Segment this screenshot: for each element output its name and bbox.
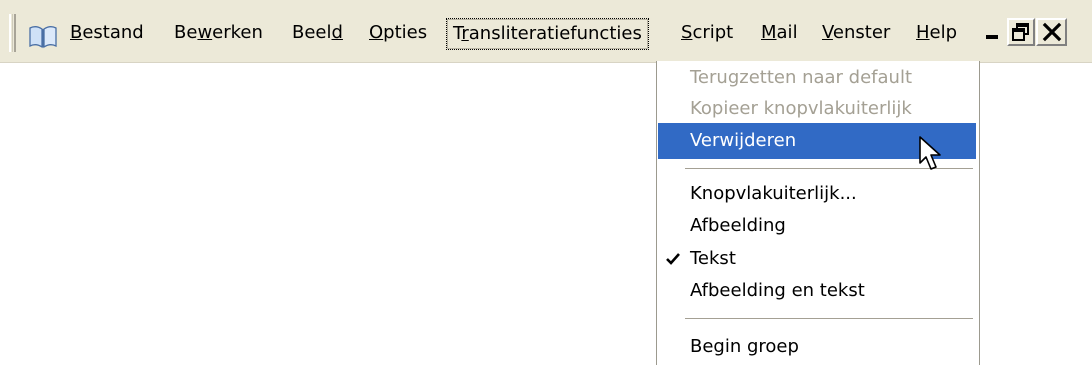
menu-mail[interactable]: Mail: [761, 19, 798, 47]
toolbar-grip-handle[interactable]: [9, 14, 16, 52]
close-icon: [1042, 22, 1061, 42]
menu-transliteratiefuncties[interactable]: Transliteratiefuncties: [446, 18, 649, 50]
minimize-button[interactable]: [979, 18, 1007, 46]
menu-venster[interactable]: Venster: [822, 19, 890, 47]
checkmark-icon: [666, 253, 680, 265]
menu-beeld[interactable]: Beeld: [292, 19, 343, 47]
menu-item-tekst[interactable]: Tekst: [657, 241, 977, 277]
restore-icon: [1012, 23, 1029, 41]
menu-bar: Bestand Bewerken Beeld Opties Transliter…: [0, 0, 1092, 63]
close-button[interactable]: [1036, 18, 1067, 46]
mouse-pointer-icon: [919, 136, 941, 170]
book-icon[interactable]: [28, 23, 58, 49]
menu-bewerken[interactable]: Bewerken: [174, 19, 263, 47]
restore-button[interactable]: [1007, 18, 1035, 46]
menu-item-begin-groep[interactable]: Begin groep: [657, 329, 977, 365]
menu-item-afbeelding[interactable]: Afbeelding: [657, 208, 977, 244]
menu-opties[interactable]: Opties: [369, 19, 427, 47]
menu-script[interactable]: Script: [681, 19, 733, 47]
menu-help[interactable]: Help: [916, 19, 957, 47]
menu-item-afbeelding-en-tekst[interactable]: Afbeelding en tekst: [657, 273, 977, 309]
menu-separator: [685, 318, 973, 319]
menu-bestand[interactable]: Bestand: [70, 19, 144, 47]
menu-item-knopvlakuiterlijk[interactable]: Knopvlakuiterlijk...: [657, 176, 977, 212]
menu-item-kopieer-knopvlakuiterlijk: Kopieer knopvlakuiterlijk: [690, 98, 912, 119]
transliteratiefuncties-dropdown-menu: Terugzetten naar default Kopieer knopvla…: [656, 61, 980, 365]
minimize-icon: [986, 35, 998, 39]
